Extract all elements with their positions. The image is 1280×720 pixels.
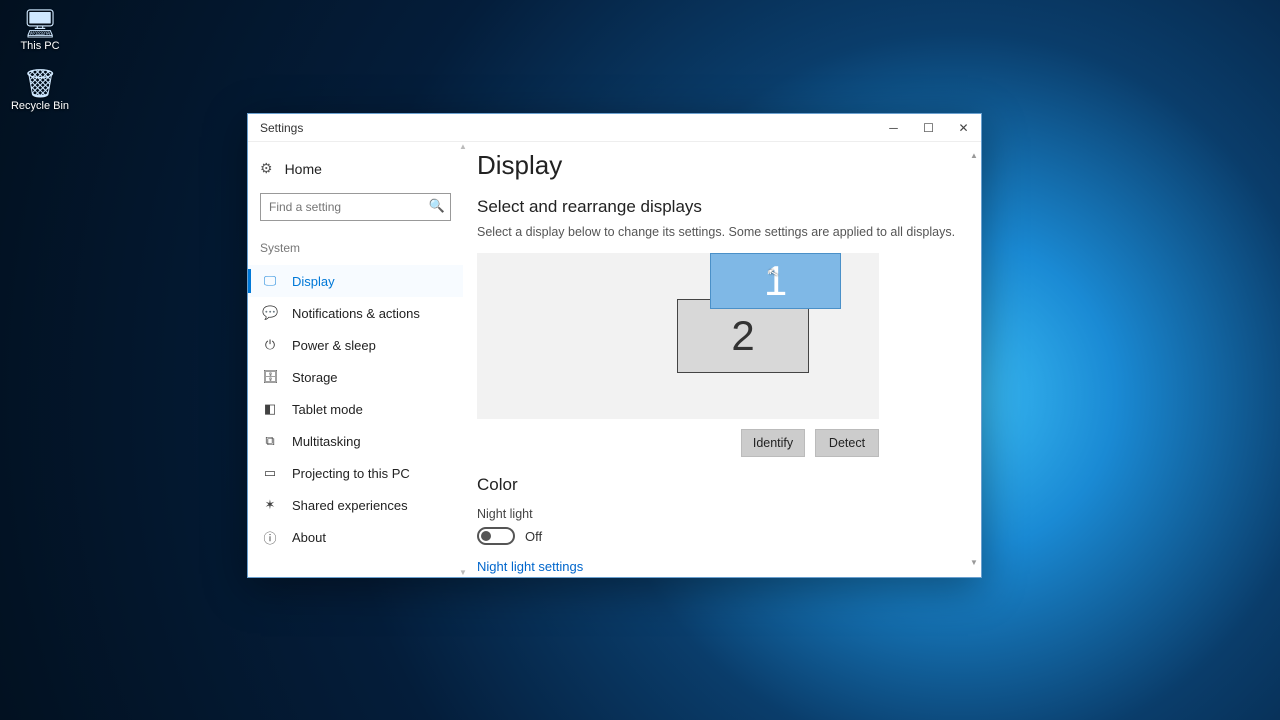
sidebar-item-display[interactable]: 🖵 Display (248, 265, 463, 297)
power-icon: ⏻ (262, 337, 278, 353)
gear-icon: ⚙ (260, 160, 273, 177)
chevron-up-icon: ▲ (970, 152, 978, 160)
sidebar-item-storage[interactable]: 🗄 Storage (248, 361, 463, 393)
titlebar[interactable]: Settings ─ ☐ ✕ (248, 114, 981, 142)
close-button[interactable]: ✕ (946, 114, 981, 142)
sidebar-nav: ▲ 🖵 Display 💬 Notifications & actions ⏻ … (248, 265, 463, 553)
sidebar-item-multitasking[interactable]: ⧉ Multitasking (248, 425, 463, 457)
scrollbar[interactable]: ▲ ▼ (970, 152, 978, 567)
toggle-knob (481, 531, 491, 541)
sidebar-item-label: Projecting to this PC (292, 466, 410, 481)
desktop-icon-recycle-bin[interactable]: 🗑 Recycle Bin (5, 68, 75, 112)
sidebar: ⚙ Home 🔍 System ▲ 🖵 Display 💬 Notificati… (248, 142, 463, 577)
desktop-icon-label: This PC (5, 40, 75, 52)
search-container: 🔍 (260, 193, 451, 221)
section-heading-rearrange: Select and rearrange displays (477, 197, 957, 225)
sidebar-item-label: About (292, 530, 326, 545)
section-heading-color: Color (477, 457, 957, 499)
projecting-icon: ▭ (262, 465, 278, 481)
maximize-button[interactable]: ☐ (911, 114, 946, 142)
desktop-icon-this-pc[interactable]: 🖥 This PC (5, 8, 75, 52)
sidebar-item-power[interactable]: ⏻ Power & sleep (248, 329, 463, 361)
sidebar-item-label: Power & sleep (292, 338, 376, 353)
sidebar-item-projecting[interactable]: ▭ Projecting to this PC (248, 457, 463, 489)
sidebar-item-label: Display (292, 274, 335, 289)
sidebar-item-label: Storage (292, 370, 338, 385)
display-icon: 🖵 (262, 273, 278, 289)
monitor-number: 2 (731, 312, 754, 360)
sidebar-item-label: Shared experiences (292, 498, 408, 513)
sidebar-item-notifications[interactable]: 💬 Notifications & actions (248, 297, 463, 329)
home-button[interactable]: ⚙ Home (248, 152, 463, 185)
sidebar-item-about[interactable]: ⓘ About (248, 521, 463, 553)
night-light-state: Off (525, 529, 542, 544)
sidebar-item-shared[interactable]: ✶ Shared experiences (248, 489, 463, 521)
detect-button[interactable]: Detect (815, 429, 879, 457)
monitor-1[interactable]: 1 (710, 253, 841, 309)
section-description: Select a display below to change its set… (477, 225, 957, 253)
monitor-2[interactable]: 2 (677, 299, 809, 373)
main-content: Display Select and rearrange displays Se… (463, 142, 981, 577)
recycle-bin-icon: 🗑 (5, 68, 75, 100)
storage-icon: 🗄 (262, 369, 278, 385)
minimize-button[interactable]: ─ (876, 114, 911, 142)
sidebar-item-label: Multitasking (292, 434, 361, 449)
display-arrangement-area[interactable]: 2 1 ↖ (477, 253, 879, 419)
night-light-settings-link[interactable]: Night light settings (477, 555, 957, 574)
night-light-label: Night light (477, 499, 957, 527)
display-buttons: Identify Detect (477, 419, 879, 457)
window-title: Settings (260, 121, 303, 135)
page-heading: Display (477, 142, 957, 197)
sidebar-item-label: Notifications & actions (292, 306, 420, 321)
info-icon: ⓘ (262, 528, 278, 547)
computer-icon: 🖥 (5, 8, 75, 40)
shared-icon: ✶ (262, 497, 278, 513)
tablet-icon: ◧ (262, 401, 278, 417)
multitasking-icon: ⧉ (262, 433, 278, 449)
desktop-icon-label: Recycle Bin (5, 100, 75, 112)
notifications-icon: 💬 (262, 305, 278, 321)
chevron-down-icon: ▼ (970, 559, 978, 567)
home-label: Home (285, 161, 322, 177)
search-input[interactable] (260, 193, 451, 221)
sidebar-item-tablet[interactable]: ◧ Tablet mode (248, 393, 463, 425)
settings-window: Settings ─ ☐ ✕ ⚙ Home 🔍 System ▲ 🖵 Displ… (247, 113, 982, 578)
sidebar-item-label: Tablet mode (292, 402, 363, 417)
sidebar-section-label: System (248, 235, 463, 265)
window-buttons: ─ ☐ ✕ (876, 114, 981, 142)
night-light-toggle[interactable] (477, 527, 515, 545)
identify-button[interactable]: Identify (741, 429, 805, 457)
